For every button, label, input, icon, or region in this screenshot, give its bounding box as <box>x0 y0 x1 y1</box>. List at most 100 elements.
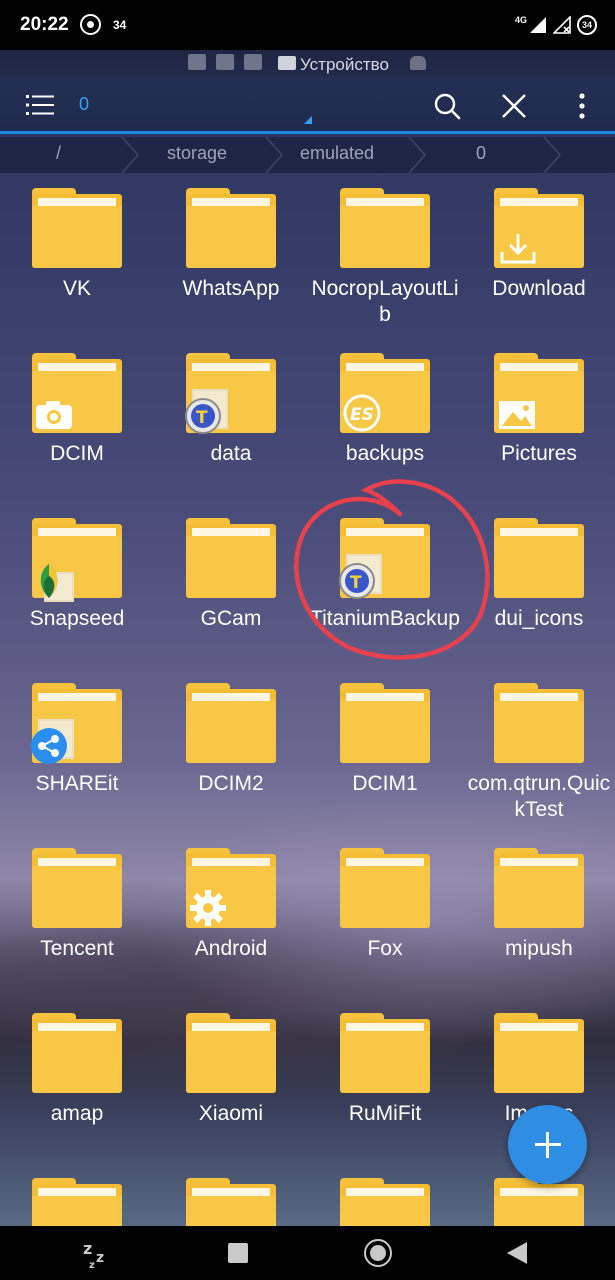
folder-icon <box>340 848 430 928</box>
folder-item-download[interactable]: Download <box>462 176 615 336</box>
android-icon[interactable] <box>410 56 426 70</box>
svg-text:T: T <box>350 573 362 593</box>
folder-icon <box>30 518 122 602</box>
picture-icon <box>497 399 537 436</box>
folder-item-data[interactable]: Tdata <box>154 341 308 501</box>
folder-icon <box>186 188 276 268</box>
folder-icon <box>494 1013 584 1093</box>
location-strip: Устройство <box>0 50 615 76</box>
sleep-icon[interactable]: z z z <box>83 1238 117 1268</box>
folder-icon <box>31 683 122 764</box>
camera-icon <box>34 399 74 436</box>
battery-icon: 34 <box>577 15 597 35</box>
download-strip-icon[interactable] <box>244 54 262 70</box>
folder-item-fox[interactable]: Fox <box>308 836 462 996</box>
folder-icon <box>32 1013 122 1093</box>
folder-item-item-24[interactable] <box>0 1166 154 1226</box>
folder-item-snapseed[interactable]: Snapseed <box>0 506 154 666</box>
folder-icon <box>186 848 276 928</box>
svg-text:z: z <box>89 1260 95 1268</box>
folder-label: Pictures <box>501 442 577 465</box>
folder-label: backups <box>345 442 425 465</box>
folder-item-tencent[interactable]: Tencent <box>0 836 154 996</box>
folder-label: TitaniumBackup <box>310 607 460 630</box>
folder-item-nocroplayoutlib[interactable]: NocropLayoutLib <box>308 176 462 336</box>
folder-icon <box>494 848 584 928</box>
chevron-right-icon <box>543 137 562 173</box>
snapseed-icon <box>30 562 74 602</box>
folder-item-xiaomi[interactable]: Xiaomi <box>154 1001 308 1161</box>
folder-item-item-26[interactable] <box>308 1166 462 1226</box>
folder-item-dui-icons[interactable]: dui_icons <box>462 506 615 666</box>
storage-icon[interactable] <box>216 54 234 70</box>
folder-icon <box>340 1013 430 1093</box>
folder-label: SHAREit <box>35 772 119 795</box>
search-icon[interactable] <box>433 92 461 120</box>
status-right-group: 4G 34 <box>515 12 597 38</box>
network-type: 4G <box>514 15 527 25</box>
folder-item-dcim1[interactable]: DCIM1 <box>308 671 462 831</box>
folder-icon <box>340 1178 430 1226</box>
folder-item-pictures[interactable]: Pictures <box>462 341 615 501</box>
folder-item-item-25[interactable] <box>154 1166 308 1226</box>
folder-label: com.qtrun.QuickTest <box>467 772 611 821</box>
svg-text:T: T <box>196 408 208 428</box>
breadcrumb-item-emulated[interactable]: emulated <box>300 143 374 164</box>
more-options-icon[interactable] <box>572 92 592 120</box>
folder-item-whatsapp[interactable]: WhatsApp <box>154 176 308 336</box>
folder-label: DCIM1 <box>352 772 418 795</box>
folder-icon <box>186 518 276 598</box>
location-icons <box>188 54 262 70</box>
folder-label: amap <box>50 1102 104 1125</box>
folder-label: Android <box>194 937 268 960</box>
status-bar: 20:22 34 4G 34 <box>0 0 615 50</box>
folder-item-android[interactable]: Android <box>154 836 308 996</box>
signal-icon <box>530 17 546 33</box>
notification-app-icon <box>80 14 101 35</box>
breadcrumb-item-root[interactable]: / <box>56 143 61 164</box>
folder-item-mipush[interactable]: mipush <box>462 836 615 996</box>
folder-label: RuMiFit <box>348 1102 422 1125</box>
folder-icon <box>340 683 430 763</box>
folder-item-gcam[interactable]: GCam <box>154 506 308 666</box>
folder-item-shareit[interactable]: SHAREit <box>0 671 154 831</box>
navigation-bar: z z z <box>0 1226 615 1280</box>
folder-label: data <box>210 442 252 465</box>
signal-icon-2 <box>553 16 571 34</box>
folder-item-rumifit[interactable]: RuMiFit <box>308 1001 462 1161</box>
download-icon <box>498 230 538 271</box>
titanium-icon: T <box>338 554 382 600</box>
folder-label: Xiaomi <box>198 1102 264 1125</box>
folder-item-com-qtrun-quicktest[interactable]: com.qtrun.QuickTest <box>462 671 615 831</box>
menu-icon[interactable] <box>26 93 54 117</box>
close-icon[interactable] <box>500 92 528 120</box>
breadcrumb-item-0[interactable]: 0 <box>476 143 486 164</box>
add-button[interactable] <box>508 1105 587 1184</box>
folder-icon <box>32 1178 122 1226</box>
folder-label: VK <box>62 277 91 300</box>
home-icon[interactable] <box>188 54 206 70</box>
breadcrumb: / storage emulated 0 <box>0 137 615 173</box>
gear-icon <box>188 888 228 933</box>
svg-text:z: z <box>83 1239 92 1258</box>
recents-button[interactable] <box>228 1243 248 1263</box>
device-location-label[interactable]: Устройство <box>278 55 389 75</box>
breadcrumb-item-storage[interactable]: storage <box>167 143 227 164</box>
folder-label: dui_icons <box>494 607 584 630</box>
folder-icon <box>494 188 584 268</box>
folder-item-titaniumbackup[interactable]: T TitaniumBackup <box>308 506 462 666</box>
folder-item-dcim2[interactable]: DCIM2 <box>154 671 308 831</box>
folder-icon <box>186 683 276 763</box>
folder-icon <box>186 1178 276 1226</box>
folder-icon: T <box>338 518 430 600</box>
toolbar: 0 <box>0 76 615 134</box>
window-corner-indicator[interactable] <box>304 116 312 124</box>
folder-item-vk[interactable]: VK <box>0 176 154 336</box>
folder-item-amap[interactable]: amap <box>0 1001 154 1161</box>
chevron-right-icon <box>408 137 427 173</box>
folder-label: GCam <box>200 607 262 630</box>
folder-item-dcim[interactable]: DCIM <box>0 341 154 501</box>
home-button[interactable] <box>364 1239 392 1267</box>
back-button[interactable] <box>507 1242 527 1264</box>
folder-item-backups[interactable]: ES backups <box>308 341 462 501</box>
